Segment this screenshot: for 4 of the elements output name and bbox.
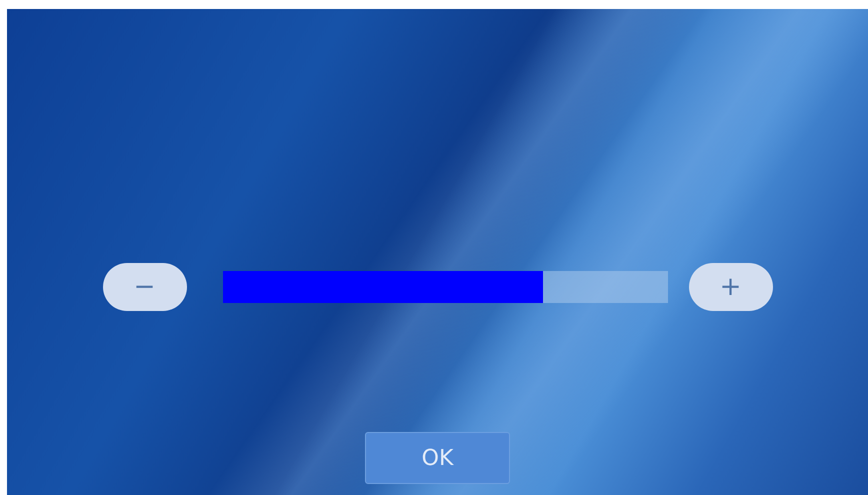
ok-button[interactable]: OK	[365, 432, 510, 484]
decrease-button[interactable]: −	[102, 263, 186, 311]
increase-button[interactable]: +	[688, 263, 772, 311]
slider-track[interactable]	[222, 271, 668, 303]
